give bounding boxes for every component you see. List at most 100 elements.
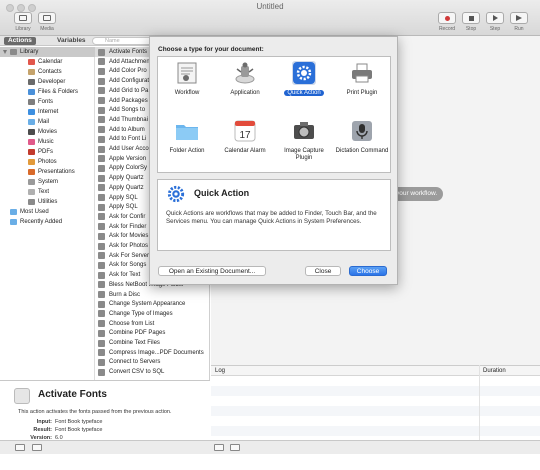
type-application[interactable]: Application xyxy=(216,57,274,115)
category-item[interactable]: Developer xyxy=(0,77,95,87)
action-item[interactable]: Combine Text Files xyxy=(95,338,209,348)
description-toggle-button[interactable] xyxy=(32,444,42,451)
show-variables-button[interactable] xyxy=(230,444,240,451)
description-text: This action activates the fonts passed f… xyxy=(18,409,172,415)
action-label: Ask for Text xyxy=(109,272,141,279)
show-log-button[interactable] xyxy=(214,444,224,451)
media-icon xyxy=(43,15,51,21)
action-label: Combine PDF Pages xyxy=(109,330,166,337)
action-item[interactable]: Combine PDF Pages xyxy=(95,328,209,338)
sheet-title: Choose a type for your document: xyxy=(158,46,264,53)
type-label: Folder Action xyxy=(169,148,205,154)
action-icon xyxy=(98,349,105,357)
category-item[interactable]: Files & Folders xyxy=(0,87,95,97)
description-title: Activate Fonts xyxy=(38,389,107,400)
category-item[interactable]: Movies xyxy=(0,127,95,137)
category-item[interactable]: Music xyxy=(0,137,95,147)
action-label: Ask for Movies xyxy=(109,233,149,240)
action-icon xyxy=(98,203,105,211)
result-label: Result: xyxy=(33,427,52,433)
run-button[interactable] xyxy=(510,12,528,24)
action-icon xyxy=(98,135,105,143)
category-item[interactable]: Text xyxy=(0,187,95,197)
action-label: Add to Album xyxy=(109,126,145,133)
category-label: Developer xyxy=(38,79,66,85)
action-icon xyxy=(98,164,105,172)
workflow-robot-icon xyxy=(175,61,199,85)
action-item[interactable]: Burn a Disc xyxy=(95,290,209,300)
type-label: Quick Action xyxy=(275,90,333,97)
info-text: Quick Actions are workflows that may be … xyxy=(166,210,377,226)
action-item[interactable]: Compress Image...PDF Documents xyxy=(95,348,209,358)
action-item[interactable]: Change System Appearance xyxy=(95,299,209,309)
action-label: Apply Quartz xyxy=(109,184,144,191)
category-icon xyxy=(28,59,35,65)
type-calendar-alarm[interactable]: 17 Calendar Alarm xyxy=(216,115,274,173)
action-item[interactable]: Connect to Servers xyxy=(95,357,209,367)
category-item[interactable]: Presentations xyxy=(0,167,95,177)
category-icon xyxy=(28,69,35,75)
info-title: Quick Action xyxy=(194,188,250,198)
type-label: Image Capture Plugin xyxy=(284,148,324,161)
category-item[interactable]: Contacts xyxy=(0,67,95,77)
category-item[interactable]: Calendar xyxy=(0,57,95,67)
category-item[interactable]: Utilities xyxy=(0,197,95,207)
category-item[interactable]: Mail xyxy=(0,117,95,127)
action-label: Compress Image...PDF Documents xyxy=(109,349,204,356)
action-label: Activate Fonts xyxy=(109,49,148,55)
stop-button[interactable] xyxy=(462,12,480,24)
type-label: Dictation Command xyxy=(335,148,389,154)
action-item[interactable]: Choose from List xyxy=(95,319,209,329)
category-item[interactable]: Photos xyxy=(0,157,95,167)
folder-icon xyxy=(175,119,199,143)
category-item[interactable]: Most Used xyxy=(0,207,95,217)
document-type-sheet: Choose a type for your document: Workflo… xyxy=(149,36,398,285)
close-button[interactable]: Close xyxy=(305,266,341,276)
action-icon xyxy=(98,97,105,104)
type-workflow[interactable]: Workflow xyxy=(158,57,216,115)
type-quick-action[interactable]: Quick Action xyxy=(275,57,333,115)
category-label: Recently Added xyxy=(20,219,63,225)
category-item[interactable]: System xyxy=(0,177,95,187)
category-item[interactable]: Internet xyxy=(0,107,95,117)
action-icon xyxy=(98,291,105,298)
type-image-capture-plugin[interactable]: Image Capture Plugin xyxy=(275,115,333,173)
tab-actions[interactable]: Actions xyxy=(4,37,36,45)
action-label: Convert CSV to SQL xyxy=(109,369,165,376)
category-icon xyxy=(10,219,17,225)
media-button[interactable] xyxy=(38,12,56,24)
microphone-icon xyxy=(350,119,374,143)
window-toolbar: Untitled Library Media Record Stop Step … xyxy=(0,0,540,36)
category-label: PDFs xyxy=(38,149,53,155)
category-item[interactable]: Recently Added xyxy=(0,217,95,227)
type-label: Print Plugin xyxy=(346,90,378,96)
action-icon xyxy=(98,242,105,250)
open-existing-document-button[interactable]: Open an Existing Document... xyxy=(158,266,266,276)
step-button[interactable] xyxy=(486,12,504,24)
log-rows xyxy=(211,376,540,440)
tab-variables[interactable]: Variables xyxy=(53,37,90,45)
type-dictation-command[interactable]: Dictation Command xyxy=(333,115,391,173)
action-icon xyxy=(98,320,105,328)
action-label: Change System Appearance xyxy=(109,301,186,308)
category-item[interactable]: Fonts xyxy=(0,97,95,107)
gear-icon xyxy=(166,184,186,204)
disclosure-triangle-icon[interactable] xyxy=(3,50,7,54)
category-label: Most Used xyxy=(20,209,49,215)
type-folder-action[interactable]: Folder Action xyxy=(158,115,216,173)
application-robot-icon xyxy=(233,61,257,85)
gear-menu-button[interactable] xyxy=(15,444,25,451)
action-label: Add Configurat xyxy=(109,78,150,85)
library-toggle-button[interactable] xyxy=(14,12,32,24)
record-button[interactable] xyxy=(438,12,456,24)
choose-button[interactable]: Choose xyxy=(349,266,387,276)
action-icon xyxy=(98,184,105,192)
action-item[interactable]: Change Type of Images xyxy=(95,309,209,319)
category-item[interactable]: Library xyxy=(0,47,95,57)
category-item[interactable]: PDFs xyxy=(0,147,95,157)
action-item[interactable]: Convert CSV to SQL xyxy=(95,367,209,377)
type-print-plugin[interactable]: Print Plugin xyxy=(333,57,391,115)
action-icon xyxy=(98,116,105,124)
library-icon xyxy=(19,15,27,21)
action-icon xyxy=(98,145,105,153)
